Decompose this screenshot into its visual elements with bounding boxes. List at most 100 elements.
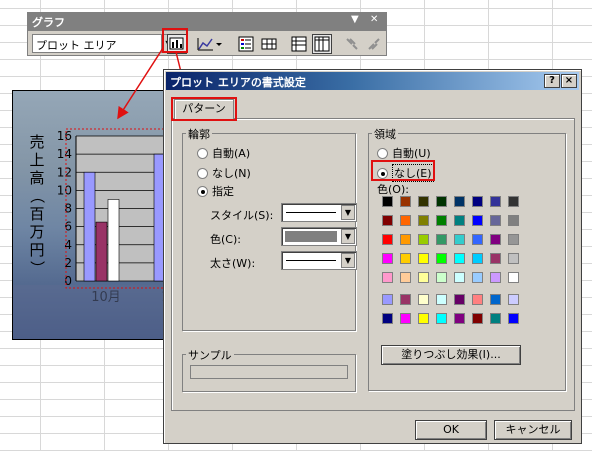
chart-color-swatch[interactable] bbox=[436, 313, 447, 324]
chart-color-swatch[interactable] bbox=[454, 313, 465, 324]
chart-type-button[interactable] bbox=[195, 34, 225, 54]
area-auto-option[interactable]: 自動(U) bbox=[377, 145, 431, 161]
chart-color-swatch[interactable] bbox=[490, 294, 501, 305]
border-auto-option[interactable]: 自動(A) bbox=[197, 145, 250, 161]
chevron-down-icon: ▼ bbox=[341, 253, 355, 268]
color-swatch[interactable] bbox=[508, 272, 519, 283]
chart-color-swatch[interactable] bbox=[490, 313, 501, 324]
chart-color-swatch[interactable] bbox=[508, 313, 519, 324]
color-swatch[interactable] bbox=[472, 272, 483, 283]
color-swatch[interactable] bbox=[472, 196, 483, 207]
border-color-select[interactable]: ▼ bbox=[281, 227, 357, 246]
color-swatch[interactable] bbox=[472, 234, 483, 245]
toolbar-title: グラフ bbox=[32, 16, 65, 29]
chart-color-swatch[interactable] bbox=[418, 313, 429, 324]
color-swatch[interactable] bbox=[490, 234, 501, 245]
color-swatch[interactable] bbox=[490, 196, 501, 207]
border-weight-select[interactable]: ▼ bbox=[281, 251, 357, 270]
chart-color-swatch[interactable] bbox=[418, 294, 429, 305]
legend-button[interactable] bbox=[236, 34, 256, 54]
color-swatch[interactable] bbox=[472, 215, 483, 226]
none-option-highlight bbox=[371, 160, 435, 181]
color-swatch[interactable] bbox=[418, 253, 429, 264]
ok-button[interactable]: OK bbox=[415, 420, 487, 440]
tab-highlight bbox=[171, 97, 237, 121]
color-swatch[interactable] bbox=[472, 253, 483, 264]
color-swatch[interactable] bbox=[508, 196, 519, 207]
color-swatch[interactable] bbox=[382, 215, 393, 226]
color-swatch[interactable] bbox=[454, 234, 465, 245]
cancel-button[interactable]: キャンセル bbox=[494, 420, 572, 440]
chart-toolbar: グラフ ▼ ✕ プロット エリア ▼ bbox=[27, 12, 387, 56]
color-swatch[interactable] bbox=[508, 253, 519, 264]
chevron-down-icon: ▼ bbox=[341, 229, 355, 244]
fill-effects-button[interactable]: 塗りつぶし効果(I)... bbox=[381, 345, 521, 365]
color-swatch[interactable] bbox=[436, 215, 447, 226]
color-swatch[interactable] bbox=[382, 234, 393, 245]
color-swatch[interactable] bbox=[490, 272, 501, 283]
weight-label: 太さ(W): bbox=[210, 257, 256, 270]
border-custom-option[interactable]: 指定 bbox=[197, 183, 234, 199]
chart-color-swatch[interactable] bbox=[454, 294, 465, 305]
color-swatch[interactable] bbox=[490, 215, 501, 226]
chart-color-swatch[interactable] bbox=[472, 313, 483, 324]
bar bbox=[107, 199, 120, 282]
color-swatch[interactable] bbox=[382, 272, 393, 283]
by-row-button[interactable] bbox=[289, 34, 309, 54]
by-column-button[interactable] bbox=[312, 34, 332, 54]
by-row-icon bbox=[291, 36, 307, 52]
color-swatch bbox=[285, 231, 337, 242]
chart-color-swatch[interactable] bbox=[382, 294, 393, 305]
border-none-option[interactable]: なし(N) bbox=[197, 165, 251, 181]
color-swatch[interactable] bbox=[490, 253, 501, 264]
color-swatch[interactable] bbox=[418, 196, 429, 207]
y-tick-label: 12 bbox=[57, 165, 72, 179]
chart-color-swatch[interactable] bbox=[400, 294, 411, 305]
color-swatch[interactable] bbox=[508, 215, 519, 226]
color-swatch[interactable] bbox=[454, 272, 465, 283]
color-swatch[interactable] bbox=[418, 215, 429, 226]
dialog-title-bar[interactable]: プロット エリアの書式設定 ? × bbox=[166, 72, 579, 90]
color-swatch[interactable] bbox=[382, 253, 393, 264]
color-swatch[interactable] bbox=[400, 215, 411, 226]
chart-color-swatch[interactable] bbox=[382, 313, 393, 324]
color-swatch[interactable] bbox=[454, 215, 465, 226]
color-swatch[interactable] bbox=[400, 253, 411, 264]
color-swatch[interactable] bbox=[436, 234, 447, 245]
color-swatch[interactable] bbox=[454, 196, 465, 207]
format-plot-area-dialog: プロット エリアの書式設定 ? × 輪郭 自動(A) なし(N) 指定 スタイル… bbox=[163, 69, 582, 444]
color-swatch[interactable] bbox=[436, 196, 447, 207]
angle-text-down-button[interactable] bbox=[342, 34, 362, 54]
radio-icon bbox=[197, 147, 208, 159]
color-swatch[interactable] bbox=[418, 234, 429, 245]
toolbar-options-icon[interactable]: ▼ bbox=[351, 14, 359, 25]
chart-area[interactable]: 売 上 高 （ 百 万 円 ） 161412108642010月11月 bbox=[12, 90, 172, 340]
radio-icon bbox=[197, 167, 208, 179]
color-swatch[interactable] bbox=[508, 234, 519, 245]
toolbar-title-bar[interactable]: グラフ ▼ ✕ bbox=[28, 13, 386, 31]
data-table-icon bbox=[261, 38, 277, 50]
color-swatch[interactable] bbox=[454, 253, 465, 264]
color-swatch[interactable] bbox=[436, 253, 447, 264]
color-swatch[interactable] bbox=[400, 234, 411, 245]
color-swatch[interactable] bbox=[400, 196, 411, 207]
color-swatch[interactable] bbox=[418, 272, 429, 283]
toolbar-close-icon[interactable]: ✕ bbox=[370, 14, 378, 25]
border-style-select[interactable]: ▼ bbox=[281, 203, 357, 222]
chart-color-swatch[interactable] bbox=[472, 294, 483, 305]
angle-text-up-button[interactable] bbox=[364, 34, 384, 54]
help-button[interactable]: ? bbox=[544, 74, 560, 88]
bar bbox=[83, 171, 96, 282]
close-button[interactable]: × bbox=[561, 74, 577, 88]
chart-color-swatch[interactable] bbox=[400, 313, 411, 324]
color-swatch[interactable] bbox=[400, 272, 411, 283]
chart-object-select[interactable]: プロット エリア bbox=[32, 34, 162, 53]
data-table-button[interactable] bbox=[259, 34, 279, 54]
color-swatch[interactable] bbox=[382, 196, 393, 207]
chart-color-swatch[interactable] bbox=[436, 294, 447, 305]
chart-color-swatch[interactable] bbox=[508, 294, 519, 305]
color-swatch[interactable] bbox=[436, 272, 447, 283]
area-color-label: 色(O): bbox=[377, 183, 409, 196]
style-label: スタイル(S): bbox=[210, 209, 274, 222]
by-column-icon bbox=[314, 36, 330, 52]
